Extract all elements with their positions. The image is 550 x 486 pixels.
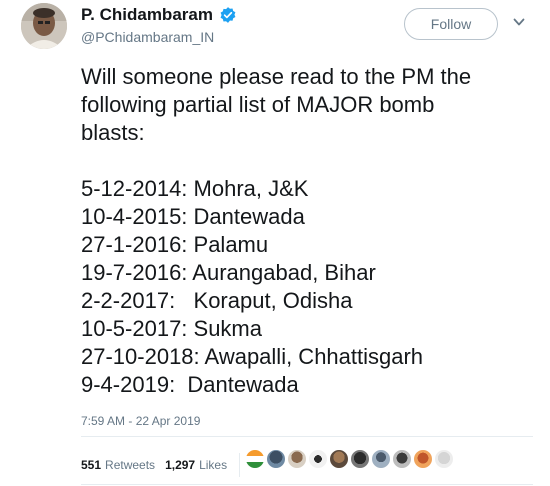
profile-avatar[interactable] — [21, 3, 67, 49]
tweet-line: following partial list of MAJOR bomb — [81, 92, 435, 117]
author-display-name[interactable]: P. Chidambaram — [81, 5, 213, 25]
tweet-line: 5-12-2014: Mohra, J&K — [81, 176, 309, 201]
likes-count[interactable]: 1,297 — [165, 458, 195, 472]
liker-avatar[interactable] — [350, 449, 370, 469]
tweet-line: 10-4-2015: Dantewada — [81, 204, 305, 229]
liker-avatar[interactable] — [245, 449, 265, 469]
author-handle[interactable]: @PChidambaram_IN — [81, 29, 214, 45]
tweet-text: Will someone please read to the PM the f… — [81, 63, 541, 399]
author-name-row: P. Chidambaram — [81, 5, 237, 25]
likes-label[interactable]: Likes — [199, 458, 227, 472]
divider — [81, 436, 533, 437]
liker-avatars — [245, 449, 455, 469]
divider — [81, 484, 533, 485]
liker-avatar[interactable] — [287, 449, 307, 469]
liker-avatar[interactable] — [392, 449, 412, 469]
retweets-count[interactable]: 551 — [81, 458, 101, 472]
liker-avatar[interactable] — [329, 449, 349, 469]
chevron-down-icon[interactable] — [512, 15, 526, 29]
liker-avatar[interactable] — [371, 449, 391, 469]
follow-button[interactable]: Follow — [404, 8, 498, 40]
liker-avatar[interactable] — [308, 449, 328, 469]
tweet-line: 10-5-2017: Sukma — [81, 316, 262, 341]
liker-avatar[interactable] — [266, 449, 286, 469]
tweet-line: 27-1-2016: Palamu — [81, 232, 269, 257]
retweets-label[interactable]: Retweets — [105, 458, 155, 472]
divider — [239, 453, 241, 477]
liker-avatar[interactable] — [434, 449, 454, 469]
tweet-stats: 551 Retweets 1,297 Likes — [81, 453, 241, 477]
tweet-line: Will someone please read to the PM the — [81, 64, 472, 89]
tweet-line — [81, 147, 541, 175]
tweet-line: 27-10-2018: Awapalli, Chhattisgarh — [81, 344, 424, 369]
verified-badge-icon — [220, 7, 236, 23]
liker-avatar[interactable] — [413, 449, 433, 469]
tweet-line: 2-2-2017: Koraput, Odisha — [81, 288, 353, 313]
tweet-line: 19-7-2016: Aurangabad, Bihar — [81, 260, 376, 285]
tweet-line: 9-4-2019: Dantewada — [81, 372, 299, 397]
avatar-image — [21, 3, 67, 49]
tweet-line: blasts: — [81, 120, 145, 145]
tweet-timestamp[interactable]: 7:59 AM - 22 Apr 2019 — [81, 414, 200, 428]
